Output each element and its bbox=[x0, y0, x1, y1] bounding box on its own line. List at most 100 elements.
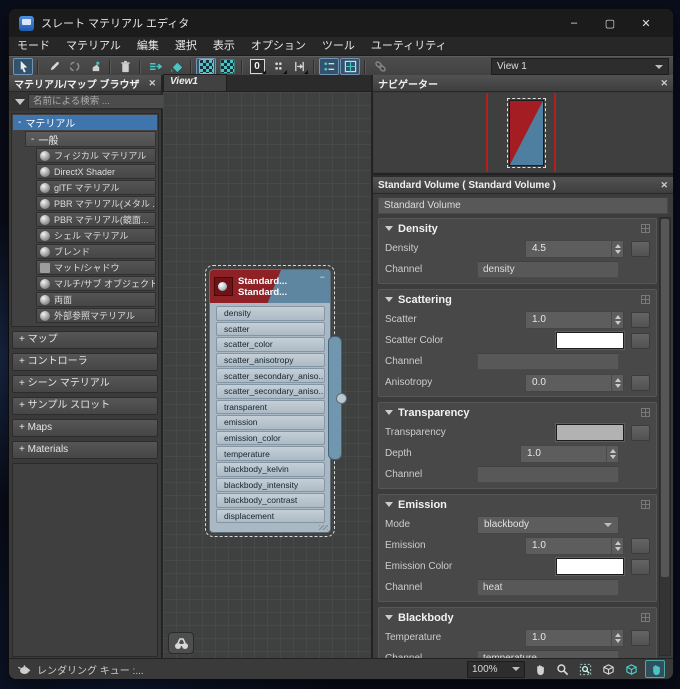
tab-view1[interactable]: View1 bbox=[163, 74, 227, 91]
output-socket[interactable] bbox=[336, 393, 347, 404]
select-by-material-icon[interactable] bbox=[370, 58, 390, 75]
navigator-node-thumbnail[interactable] bbox=[507, 98, 546, 168]
zoom-extents-selected-icon[interactable] bbox=[622, 661, 640, 677]
menu-view[interactable]: 表示 bbox=[213, 37, 235, 55]
menu-edit[interactable]: 編集 bbox=[137, 37, 159, 55]
menu-tools[interactable]: ツール bbox=[322, 37, 355, 55]
node-collapse-button[interactable]: − bbox=[320, 270, 326, 282]
material-item-multi-sub[interactable]: マルチ/サブ オブジェクト bbox=[36, 276, 156, 291]
delete-selected-icon[interactable] bbox=[115, 58, 135, 75]
expander[interactable]: - bbox=[31, 134, 34, 145]
pan-tool-icon[interactable] bbox=[530, 661, 548, 677]
menu-select[interactable]: 選択 bbox=[175, 37, 197, 55]
search-input[interactable] bbox=[28, 94, 170, 109]
tree-node-materials[interactable]: - マテリアル bbox=[13, 115, 157, 130]
emission-mode-dropdown[interactable]: blackbody bbox=[477, 515, 619, 534]
menu-material[interactable]: マテリアル bbox=[66, 37, 121, 55]
node-slot-scatter-secondary-aniso-2[interactable]: scatter_secondary_aniso... bbox=[216, 383, 325, 399]
browser-group-maps-en[interactable]: + Maps bbox=[12, 419, 158, 437]
node-slot-displacement[interactable]: displacement bbox=[216, 508, 325, 524]
anisotropy-spinner[interactable]: 0.0 bbox=[525, 373, 624, 392]
zoom-tool-icon[interactable] bbox=[553, 661, 571, 677]
node-slot-scatter[interactable]: scatter bbox=[216, 321, 325, 337]
temperature-spinner[interactable]: 1.0 bbox=[525, 628, 624, 647]
browser-group-sample-slots[interactable]: + サンプル スロット bbox=[12, 397, 158, 415]
assign-material-to-selection-icon[interactable] bbox=[166, 58, 186, 75]
node-slot-blackbody-contrast[interactable]: blackbody_contrast bbox=[216, 493, 325, 508]
standard-volume-node[interactable]: Standard... Standard... − density scatte… bbox=[205, 264, 347, 538]
spinner-arrows-icon[interactable] bbox=[611, 311, 623, 328]
rollout-header-blackbody[interactable]: Blackbody bbox=[385, 609, 650, 626]
material-item-pbr-metal[interactable]: PBR マテリアル(メタル ... bbox=[36, 196, 156, 211]
rollout-header-emission[interactable]: Emission bbox=[385, 496, 650, 513]
browser-options-icon[interactable] bbox=[15, 98, 25, 105]
move-children-icon[interactable] bbox=[268, 58, 288, 75]
scatter-map-button[interactable] bbox=[631, 311, 650, 328]
node-slot-scatter-secondary-aniso-1[interactable]: scatter_secondary_aniso... bbox=[216, 368, 325, 383]
density-spinner[interactable]: 4.5 bbox=[525, 239, 624, 258]
expander[interactable]: - bbox=[18, 117, 21, 128]
rollout-header-transparency[interactable]: Transparency bbox=[385, 404, 650, 421]
material-item-pbr-spec[interactable]: PBR マテリアル(鏡面... bbox=[36, 212, 156, 227]
material-item-gltf[interactable]: glTF マテリアル bbox=[36, 180, 156, 195]
render-map-icon[interactable] bbox=[64, 58, 84, 75]
spinner-arrows-icon[interactable] bbox=[611, 240, 623, 257]
rollout-header-density[interactable]: Density bbox=[385, 220, 650, 237]
show-grid-icon[interactable] bbox=[340, 58, 360, 75]
material-item-directx-shader[interactable]: DirectX Shader bbox=[36, 164, 156, 179]
anisotropy-map-button[interactable] bbox=[631, 374, 650, 391]
browser-group-controllers[interactable]: + コントローラ bbox=[12, 353, 158, 371]
scrollbar-thumb[interactable] bbox=[661, 219, 669, 578]
node-slot-temperature[interactable]: temperature bbox=[216, 446, 325, 461]
material-item-shell[interactable]: シェル マテリアル bbox=[36, 228, 156, 243]
depth-spinner[interactable]: 1.0 bbox=[520, 444, 619, 463]
rollout-header-scattering[interactable]: Scattering bbox=[385, 291, 650, 308]
rollout-grid-icon[interactable] bbox=[641, 500, 650, 509]
node-graph-canvas[interactable]: Standard... Standard... − density scatte… bbox=[163, 92, 371, 659]
material-item-double-sided[interactable]: 両面 bbox=[36, 292, 156, 307]
emission-map-button[interactable] bbox=[631, 537, 650, 554]
show-children-icon[interactable] bbox=[145, 58, 165, 75]
layout-children-icon[interactable] bbox=[289, 58, 309, 75]
close-button[interactable]: ✕ bbox=[629, 12, 663, 34]
scatter-spinner[interactable]: 1.0 bbox=[525, 310, 624, 329]
select-tool-icon[interactable] bbox=[13, 58, 33, 75]
sample-slot-count-icon[interactable]: 0 bbox=[247, 58, 267, 75]
navigator-close-icon[interactable]: ✕ bbox=[660, 78, 668, 88]
maximize-button[interactable]: ▢ bbox=[593, 12, 627, 34]
pick-material-eyedropper-icon[interactable] bbox=[43, 58, 63, 75]
rollout-grid-icon[interactable] bbox=[641, 224, 650, 233]
material-name-field[interactable]: Standard Volume bbox=[378, 197, 668, 214]
parameter-header[interactable]: Standard Volume ( Standard Volume ) ✕ bbox=[373, 177, 673, 194]
menu-mode[interactable]: モード bbox=[17, 37, 50, 55]
scatter-channel-field[interactable] bbox=[477, 353, 619, 370]
temperature-map-button[interactable] bbox=[631, 629, 650, 646]
transparency-map-button[interactable] bbox=[631, 424, 650, 441]
scatter-color-swatch[interactable] bbox=[556, 332, 624, 349]
rollout-grid-icon[interactable] bbox=[641, 408, 650, 417]
material-item-xref[interactable]: 外部参照マテリアル bbox=[36, 308, 156, 323]
tree-node-general[interactable]: - 一般 bbox=[25, 131, 156, 147]
make-preview-icon[interactable] bbox=[85, 58, 105, 75]
browser-group-materials-en[interactable]: + Materials bbox=[12, 441, 158, 459]
transparency-channel-field[interactable] bbox=[477, 466, 619, 483]
node-slot-density[interactable]: density bbox=[216, 306, 325, 321]
navigator-header[interactable]: ナビゲーター ✕ bbox=[373, 75, 673, 92]
spinner-arrows-icon[interactable] bbox=[611, 374, 623, 391]
menu-options[interactable]: オプション bbox=[251, 37, 306, 55]
zoom-level-dropdown[interactable]: 100% bbox=[467, 660, 525, 678]
show-shaded-material-icon[interactable] bbox=[196, 58, 216, 75]
hide-unused-nodeslots-icon[interactable] bbox=[319, 58, 339, 75]
emission-color-map-button[interactable] bbox=[631, 558, 650, 575]
node-output-connector[interactable] bbox=[328, 336, 347, 460]
parameter-scrollbar[interactable] bbox=[659, 217, 671, 656]
node-resize-grip[interactable] bbox=[210, 525, 330, 532]
material-item-physical[interactable]: フィジカル マテリアル bbox=[36, 148, 156, 163]
node-header[interactable]: Standard... Standard... − bbox=[210, 270, 330, 303]
active-view-selector[interactable]: View 1 bbox=[491, 58, 669, 75]
menu-utilities[interactable]: ユーティリティ bbox=[371, 37, 447, 55]
minimize-button[interactable]: – bbox=[557, 12, 591, 34]
zoom-region-tool-icon[interactable] bbox=[576, 661, 594, 677]
node-slot-transparent[interactable]: transparent bbox=[216, 399, 325, 415]
rollout-grid-icon[interactable] bbox=[641, 295, 650, 304]
